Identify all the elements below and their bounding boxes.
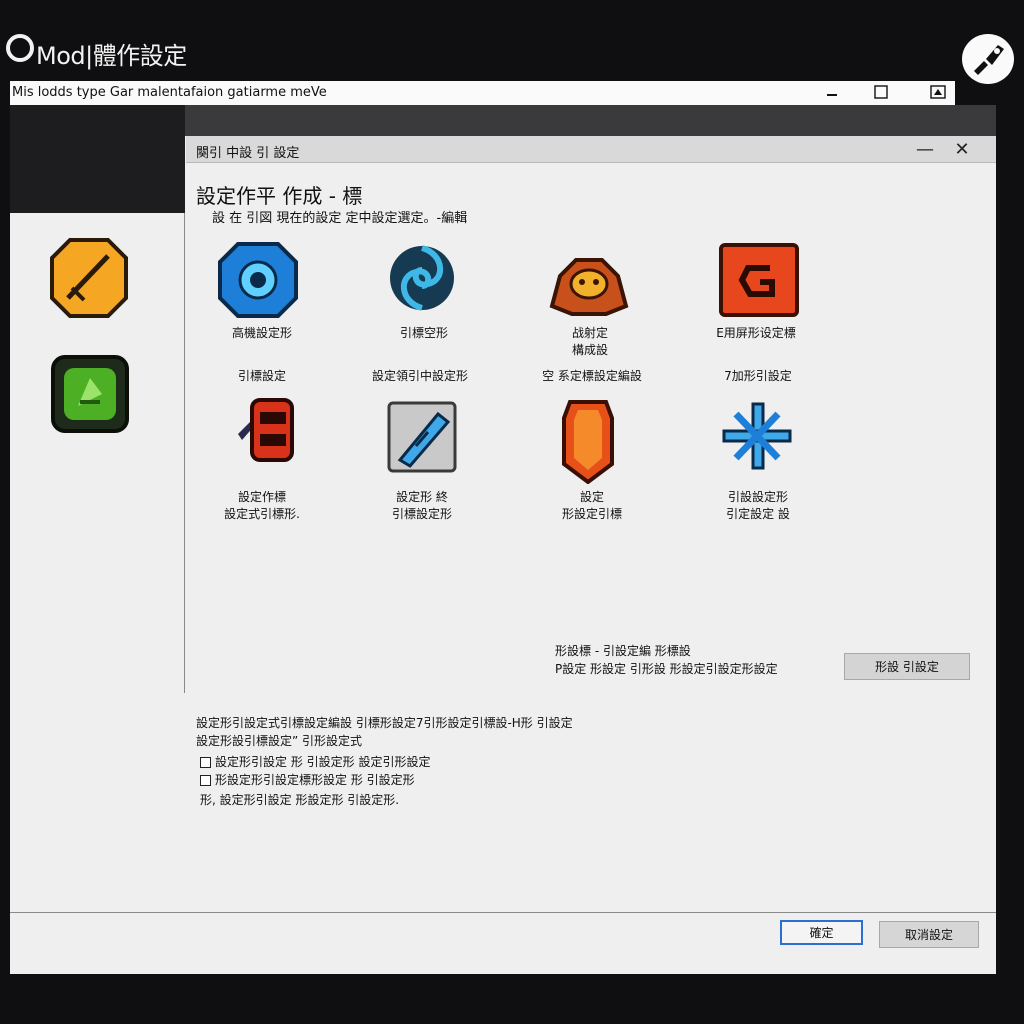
app-title: Mod|體作設定 bbox=[36, 42, 187, 70]
window-minimize-button[interactable] bbox=[822, 83, 842, 101]
mod-item-label[interactable]: 設定領引中設定形 bbox=[340, 368, 500, 385]
mod-item-label[interactable]: 引標設定 bbox=[182, 368, 342, 385]
window-maximize-button[interactable] bbox=[871, 83, 891, 101]
ok-button[interactable]: 確定 bbox=[780, 920, 863, 945]
dialog-close-button[interactable]: ✕ bbox=[951, 138, 973, 160]
green-gem-icon bbox=[51, 355, 129, 433]
brush-badge-icon[interactable] bbox=[962, 34, 1014, 84]
sidebar-item-sword[interactable] bbox=[50, 238, 128, 318]
sidebar-item-gem[interactable] bbox=[50, 354, 129, 433]
mod-item-1[interactable] bbox=[216, 240, 300, 324]
option-label: 設定形引設定 形 引設定形 設定引形設定 bbox=[215, 755, 431, 769]
app-logo-icon bbox=[6, 34, 34, 62]
mod-item-label: 引標空形 bbox=[399, 326, 448, 340]
option-checkbox[interactable] bbox=[200, 756, 211, 768]
window-title-bar: Mis lodds type Gar malentafaion gatiarme… bbox=[10, 81, 955, 106]
apply-button[interactable]: 形設 引設定 bbox=[844, 653, 970, 680]
dialog-title-bar: 闋引 中設 引 設定 — ✕ bbox=[186, 136, 996, 163]
footer-divider bbox=[10, 912, 996, 913]
blue-snowflake-icon bbox=[722, 402, 792, 470]
red-gauntlet-icon bbox=[238, 398, 294, 462]
option-label: 形設定形引設定標形設定 形 引設定形 bbox=[215, 773, 415, 787]
vortex-icon bbox=[390, 245, 454, 311]
mod-item-label: 設定形 終 引標設定形 bbox=[391, 490, 452, 521]
mod-item-label: 战射定 構成設 bbox=[571, 326, 608, 357]
option-row[interactable]: 形設定形引設定標形設定 形 引設定形 bbox=[200, 772, 415, 788]
mod-item-label: 高機設定形 bbox=[231, 326, 292, 340]
mod-item-label: 引設設定形 引定設定 設 bbox=[726, 490, 790, 521]
mod-item-3[interactable] bbox=[546, 246, 630, 330]
window-restore-button[interactable] bbox=[928, 83, 948, 101]
dialog-title: 闋引 中設 引 設定 bbox=[196, 146, 300, 161]
red-crystal-icon bbox=[562, 400, 614, 485]
dialog-heading: 設定作平 作成 - 標 bbox=[196, 184, 363, 208]
mod-item-12[interactable] bbox=[720, 400, 804, 484]
toolbar-strip bbox=[185, 105, 996, 136]
sidebar-divider bbox=[184, 213, 185, 693]
sidebar-header bbox=[10, 105, 185, 213]
mod-item-10[interactable] bbox=[386, 400, 470, 484]
blue-wrench-icon bbox=[387, 401, 457, 473]
mod-item-label: 設定 形設定引標 bbox=[561, 490, 622, 521]
mod-item-11[interactable] bbox=[560, 398, 644, 485]
info-text: 形設標 - 引設定編 形標設 P設定 形設定 引形設 形設定引設定形設定 bbox=[555, 644, 778, 676]
dialog-subheading: 設 在 引図 現在的設定 定中設定選定。-編輯 bbox=[212, 211, 468, 226]
golden-crab-icon bbox=[549, 258, 629, 316]
dialog-minimize-button[interactable]: — bbox=[914, 138, 936, 160]
red-g-icon bbox=[719, 243, 799, 317]
sword-icon bbox=[50, 238, 128, 318]
note-text: 形, 設定形引設定 形設定形 引設定形. bbox=[200, 793, 400, 807]
mod-item-label[interactable]: 空 系定標設定編設 bbox=[512, 368, 672, 385]
mod-item-label: E用屏形设定標 bbox=[716, 326, 796, 340]
description-text: 設定形引設定式引標設定編設 引標形設定7引形設定引標設-H形 引設定 設定形設引… bbox=[196, 716, 573, 748]
window-title: Mis lodds type Gar malentafaion gatiarme… bbox=[12, 85, 327, 100]
mod-item-label[interactable]: 7加形引設定 bbox=[678, 368, 838, 385]
blue-crest-icon bbox=[218, 242, 298, 318]
mod-item-2[interactable] bbox=[384, 240, 468, 324]
mod-item-9[interactable] bbox=[232, 394, 316, 478]
option-checkbox[interactable] bbox=[200, 774, 211, 786]
option-row[interactable]: 設定形引設定 形 引設定形 設定引形設定 bbox=[200, 754, 430, 770]
window-body bbox=[10, 105, 996, 974]
cancel-button[interactable]: 取消設定 bbox=[879, 921, 979, 948]
mod-item-label: 設定作標 設定式引標形. bbox=[224, 490, 300, 521]
mod-item-4[interactable] bbox=[718, 242, 802, 326]
